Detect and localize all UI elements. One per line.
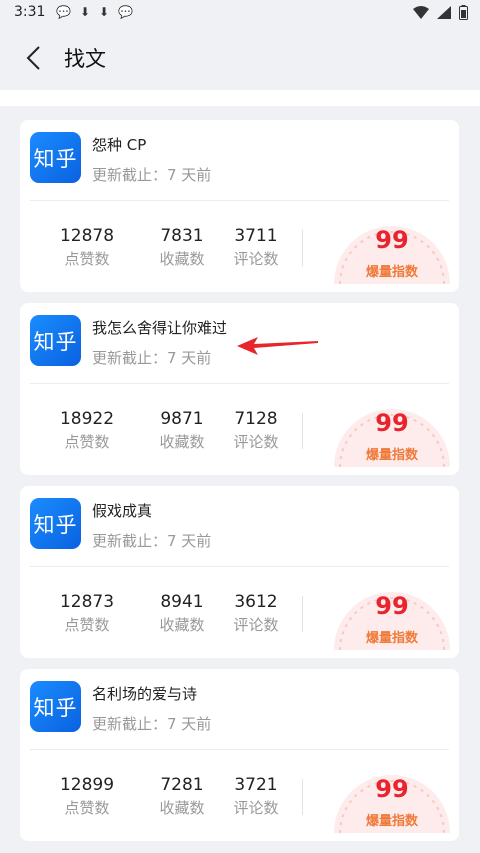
favorites-count: 7831 <box>160 226 204 246</box>
comments-label: 评论数 <box>233 799 279 817</box>
comments-count: 7128 <box>234 409 278 429</box>
zhihu-logo: 知乎 <box>30 498 81 549</box>
likes-label: 点赞数 <box>64 616 110 634</box>
zhihu-logo: 知乎 <box>30 681 81 732</box>
stats-separator <box>302 596 303 632</box>
book-card[interactable]: 知乎 怨种 CP 更新截止：7 天前 12878 点赞数 7831 收藏数 37… <box>20 120 459 292</box>
comments-stat: 3721 评论数 <box>216 775 296 818</box>
comments-count: 3711 <box>234 226 278 246</box>
favorites-label: 收藏数 <box>159 799 205 817</box>
likes-label: 点赞数 <box>64 250 110 268</box>
annotation-arrow-icon <box>237 337 318 355</box>
notification-icons: 💬 ⬇ ⬇ 💬 <box>56 5 133 19</box>
status-time: 3:31 <box>14 4 46 20</box>
popularity-label: 爆量指数 <box>365 265 418 280</box>
signal-icon <box>437 6 451 19</box>
popularity-gauge: 99 爆量指数 <box>332 586 452 650</box>
zhihu-logo: 知乎 <box>30 315 81 366</box>
likes-label: 点赞数 <box>64 799 110 817</box>
popularity-label: 爆量指数 <box>365 814 418 829</box>
popularity-gauge: 99 爆量指数 <box>332 220 452 284</box>
comments-count: 3612 <box>234 592 278 612</box>
book-title[interactable]: 怨种 CP <box>92 134 146 155</box>
update-time: 更新截止：7 天前 <box>92 166 212 184</box>
status-bar: 3:31 💬 ⬇ ⬇ 💬 <box>0 0 480 26</box>
comments-stat: 3711 评论数 <box>216 226 296 269</box>
stats-separator <box>302 779 303 815</box>
favorites-count: 8941 <box>160 592 204 612</box>
comments-label: 评论数 <box>233 616 279 634</box>
divider <box>30 383 449 384</box>
book-title[interactable]: 假戏成真 <box>92 500 152 521</box>
popularity-score: 99 <box>375 409 409 437</box>
stats-separator <box>302 230 303 266</box>
favorites-stat: 9871 收藏数 <box>142 409 222 452</box>
battery-icon <box>459 5 468 20</box>
wechat-icon: 💬 <box>118 5 134 19</box>
divider <box>30 200 449 201</box>
popularity-score: 99 <box>375 226 409 254</box>
update-time: 更新截止：7 天前 <box>92 532 212 550</box>
popularity-gauge: 99 爆量指数 <box>332 403 452 467</box>
likes-count: 18922 <box>59 409 115 429</box>
favorites-label: 收藏数 <box>159 250 205 268</box>
popularity-score: 99 <box>375 775 409 803</box>
comments-label: 评论数 <box>233 433 279 451</box>
stats-separator <box>302 413 303 449</box>
favorites-label: 收藏数 <box>159 616 205 634</box>
update-time: 更新截止：7 天前 <box>92 715 212 733</box>
wechat-icon: 💬 <box>56 5 71 19</box>
previous-card-edge <box>0 90 480 106</box>
likes-label: 点赞数 <box>64 433 110 451</box>
book-card[interactable]: 知乎 名利场的爱与诗 更新截止：7 天前 12899 点赞数 7281 收藏数 … <box>20 669 459 841</box>
favorites-stat: 8941 收藏数 <box>142 592 222 635</box>
likes-stat: 12899 点赞数 <box>47 775 127 818</box>
download-icon: ⬇ <box>99 5 110 19</box>
page-title: 找文 <box>64 47 106 71</box>
popularity-score: 99 <box>375 592 409 620</box>
back-arrow-icon[interactable] <box>22 44 48 72</box>
wifi-icon <box>413 6 429 19</box>
comments-stat: 3612 评论数 <box>216 592 296 635</box>
divider <box>30 749 449 750</box>
likes-count: 12873 <box>59 592 115 612</box>
likes-stat: 12873 点赞数 <box>47 592 127 635</box>
divider <box>30 566 449 567</box>
book-card[interactable]: 知乎 我怎么舍得让你难过 更新截止：7 天前 18922 点赞数 9871 收藏… <box>20 303 459 475</box>
system-icons <box>413 5 468 20</box>
popularity-gauge: 99 爆量指数 <box>332 769 452 833</box>
favorites-stat: 7281 收藏数 <box>142 775 222 818</box>
book-title[interactable]: 我怎么舍得让你难过 <box>92 317 227 338</box>
favorites-count: 7281 <box>160 775 204 795</box>
book-title[interactable]: 名利场的爱与诗 <box>92 683 197 704</box>
zhihu-logo: 知乎 <box>30 132 81 183</box>
comments-label: 评论数 <box>233 250 279 268</box>
popularity-label: 爆量指数 <box>365 448 418 463</box>
favorites-label: 收藏数 <box>159 433 205 451</box>
popularity-label: 爆量指数 <box>365 631 418 646</box>
favorites-count: 9871 <box>160 409 204 429</box>
likes-count: 12899 <box>59 775 115 795</box>
likes-stat: 12878 点赞数 <box>47 226 127 269</box>
download-icon: ⬇ <box>79 5 91 19</box>
likes-count: 12878 <box>59 226 115 246</box>
app-bar: 找文 <box>0 26 480 90</box>
update-time: 更新截止：7 天前 <box>92 349 212 367</box>
comments-count: 3721 <box>234 775 278 795</box>
favorites-stat: 7831 收藏数 <box>142 226 222 269</box>
likes-stat: 18922 点赞数 <box>47 409 127 452</box>
comments-stat: 7128 评论数 <box>216 409 296 452</box>
book-card[interactable]: 知乎 假戏成真 更新截止：7 天前 12873 点赞数 8941 收藏数 361… <box>20 486 459 658</box>
